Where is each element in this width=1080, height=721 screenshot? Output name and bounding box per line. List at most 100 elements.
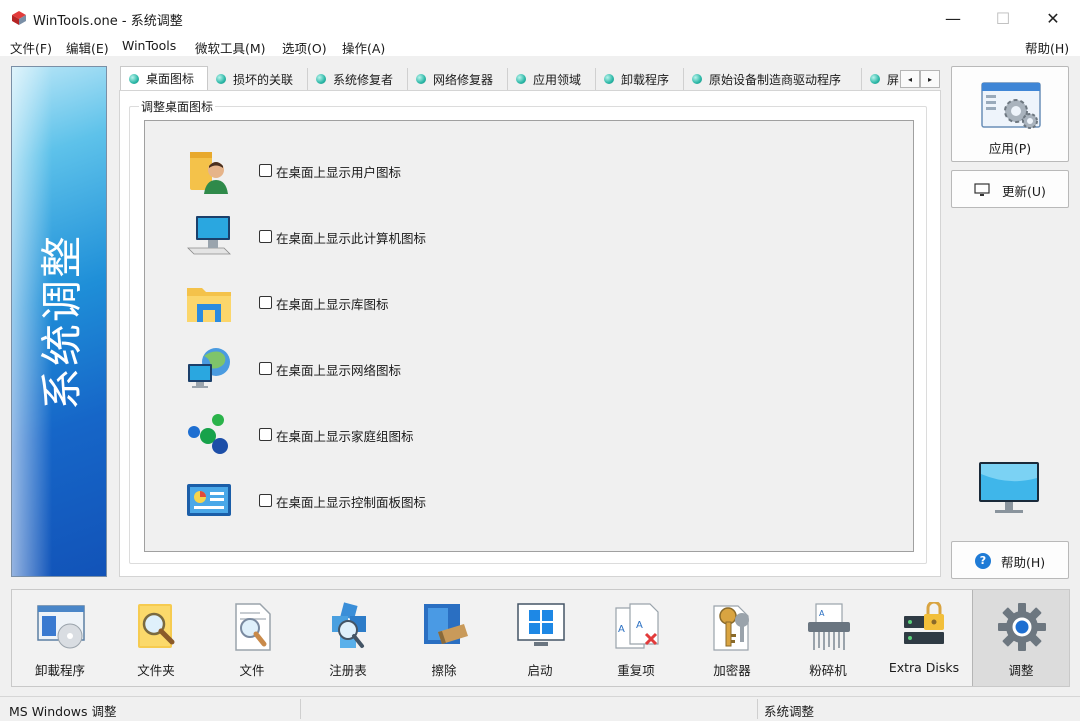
tab-label: 原始设备制造商驱动程序 [709, 72, 842, 87]
startup-windows-icon [517, 603, 565, 646]
tab-desktop-icons[interactable]: 桌面图标 [120, 66, 208, 90]
option-control-panel-icon: 在桌面上显示控制面板图标 [184, 476, 504, 526]
menu-ms-tools[interactable]: 微软工具(M) [195, 38, 266, 57]
tab-scroll-right-button[interactable]: ▸ [920, 70, 940, 88]
option-label: 在桌面上显示库图标 [276, 297, 389, 312]
tab-oem-drivers[interactable]: 原始设备制造商驱动程序 [684, 68, 862, 90]
tab-broken-associations[interactable]: 损坏的关联 [208, 68, 308, 90]
tool-bar: 卸載程序 文件夹 文件 注册表 擦除 启动 A A 重复项 加密器 A 粉碎机 … [11, 589, 1070, 687]
tab-label: 网络修复器 [433, 72, 494, 87]
tab-network-repairer[interactable]: 网络修复器 [408, 68, 508, 90]
tool-folder[interactable]: 文件夹 [108, 590, 204, 686]
tool-extra-disks[interactable]: Extra Disks [876, 590, 972, 686]
tool-label: 文件夹 [137, 663, 175, 678]
minimize-button[interactable]: — [930, 0, 976, 36]
svg-text:A: A [636, 620, 643, 631]
uninstaller-icon [37, 605, 85, 649]
menu-wintools[interactable]: WinTools [122, 38, 176, 53]
option-label: 在桌面上显示家庭组图标 [276, 429, 414, 444]
tab-dot-icon [604, 74, 614, 84]
tab-app-domain[interactable]: 应用领域 [508, 68, 596, 90]
menu-edit[interactable]: 编辑(E) [66, 38, 109, 57]
menu-help[interactable]: 帮助(H) [1025, 38, 1069, 57]
help-icon: ? [975, 553, 991, 569]
tab-label: 卸载程序 [621, 72, 670, 87]
tab-scroll-left-button[interactable]: ◂ [900, 70, 920, 88]
tool-duplicates[interactable]: A A 重复项 [588, 590, 684, 686]
status-divider [300, 699, 301, 719]
tool-encryptor[interactable]: 加密器 [684, 590, 780, 686]
network-icon [188, 348, 230, 388]
tab-dot-icon [316, 74, 326, 84]
app-logo-icon [12, 11, 26, 25]
option-network-icon: 在桌面上显示网络图标 [184, 344, 504, 394]
maximize-button[interactable]: ☐ [980, 0, 1026, 36]
menu-actions[interactable]: 操作(A) [342, 38, 385, 57]
option-library-icon: 在桌面上显示库图标 [184, 278, 504, 328]
option-user-icon: 在桌面上显示用户图标 [184, 146, 504, 196]
extra-disks-icon [904, 602, 944, 644]
tool-uninstaller[interactable]: 卸載程序 [12, 590, 108, 686]
user-folder-icon [190, 152, 228, 194]
encryptor-key-icon [713, 605, 749, 651]
tab-label: 系统修复者 [333, 72, 394, 87]
status-right-text: 系统调整 [764, 704, 815, 719]
tool-label: 擦除 [431, 663, 457, 678]
tab-uninstall[interactable]: 卸载程序 [596, 68, 684, 90]
gear-icon [998, 603, 1046, 651]
registry-icon [332, 602, 366, 648]
tab-dot-icon [870, 74, 880, 84]
option-label: 在桌面上显示此计算机图标 [276, 231, 427, 246]
tab-strip: 桌面图标 损坏的关联 系统修复者 网络修复器 应用领域 卸载程序 原始设备制造商… [120, 66, 942, 90]
duplicates-icon: A A [615, 603, 659, 649]
user-icon-checkbox[interactable] [259, 164, 272, 177]
homegroup-icon-checkbox[interactable] [259, 428, 272, 441]
tab-dot-icon [216, 74, 226, 84]
status-bar: MS Windows 调整 系统调整 [0, 696, 1080, 721]
banner-title: 系统调整 [37, 233, 87, 410]
tool-shredder[interactable]: A 粉碎机 [780, 590, 876, 686]
tab-dot-icon [516, 74, 526, 84]
library-icon-checkbox[interactable] [259, 296, 272, 309]
tool-label: 粉碎机 [809, 663, 847, 678]
tab-label: 应用领域 [533, 72, 582, 87]
tool-label: 重复项 [617, 663, 655, 678]
monitor-small-icon [974, 183, 990, 196]
tab-dot-icon [692, 74, 702, 84]
network-icon-checkbox[interactable] [259, 362, 272, 375]
tab-dot-icon [416, 74, 426, 84]
option-label: 在桌面上显示网络图标 [276, 363, 402, 378]
option-label: 在桌面上显示用户图标 [276, 165, 402, 180]
homegroup-icon [188, 414, 228, 454]
help-label: 帮助(H) [1001, 555, 1046, 570]
control-panel-icon-checkbox[interactable] [259, 494, 272, 507]
menu-options[interactable]: 选项(O) [282, 38, 327, 57]
tool-registry[interactable]: 注册表 [300, 590, 396, 686]
close-button[interactable]: ✕ [1030, 0, 1076, 36]
menu-file[interactable]: 文件(F) [10, 38, 52, 57]
tool-file[interactable]: 文件 [204, 590, 300, 686]
tab-truncated[interactable]: 屏 [862, 68, 900, 90]
refresh-label: 更新(U) [1002, 184, 1046, 199]
computer-icon-checkbox[interactable] [259, 230, 272, 243]
apply-button[interactable]: 应用(P) [951, 66, 1069, 162]
tool-label: 文件 [239, 663, 265, 678]
tool-tweaks[interactable]: 调整 [972, 590, 1069, 686]
folder-search-icon [138, 604, 175, 648]
tool-eraser[interactable]: 擦除 [396, 590, 492, 686]
help-button[interactable]: ? 帮助(H) [951, 541, 1069, 579]
tab-system-repairer[interactable]: 系统修复者 [308, 68, 408, 90]
refresh-button[interactable]: 更新(U) [951, 170, 1069, 208]
group-title: 调整桌面图标 [139, 98, 216, 115]
monitor-icon [979, 462, 1039, 513]
option-label: 在桌面上显示控制面板图标 [276, 495, 427, 510]
tool-label: 卸載程序 [34, 663, 85, 678]
tab-label: 桌面图标 [146, 72, 195, 86]
shredder-icon: A [808, 603, 850, 650]
tool-label: 加密器 [713, 663, 751, 678]
tool-startup[interactable]: 启动 [492, 590, 588, 686]
svg-text:A: A [618, 624, 625, 635]
apply-settings-icon [981, 82, 1041, 129]
tab-label: 屏 [887, 72, 900, 87]
tool-label: 注册表 [329, 663, 367, 678]
